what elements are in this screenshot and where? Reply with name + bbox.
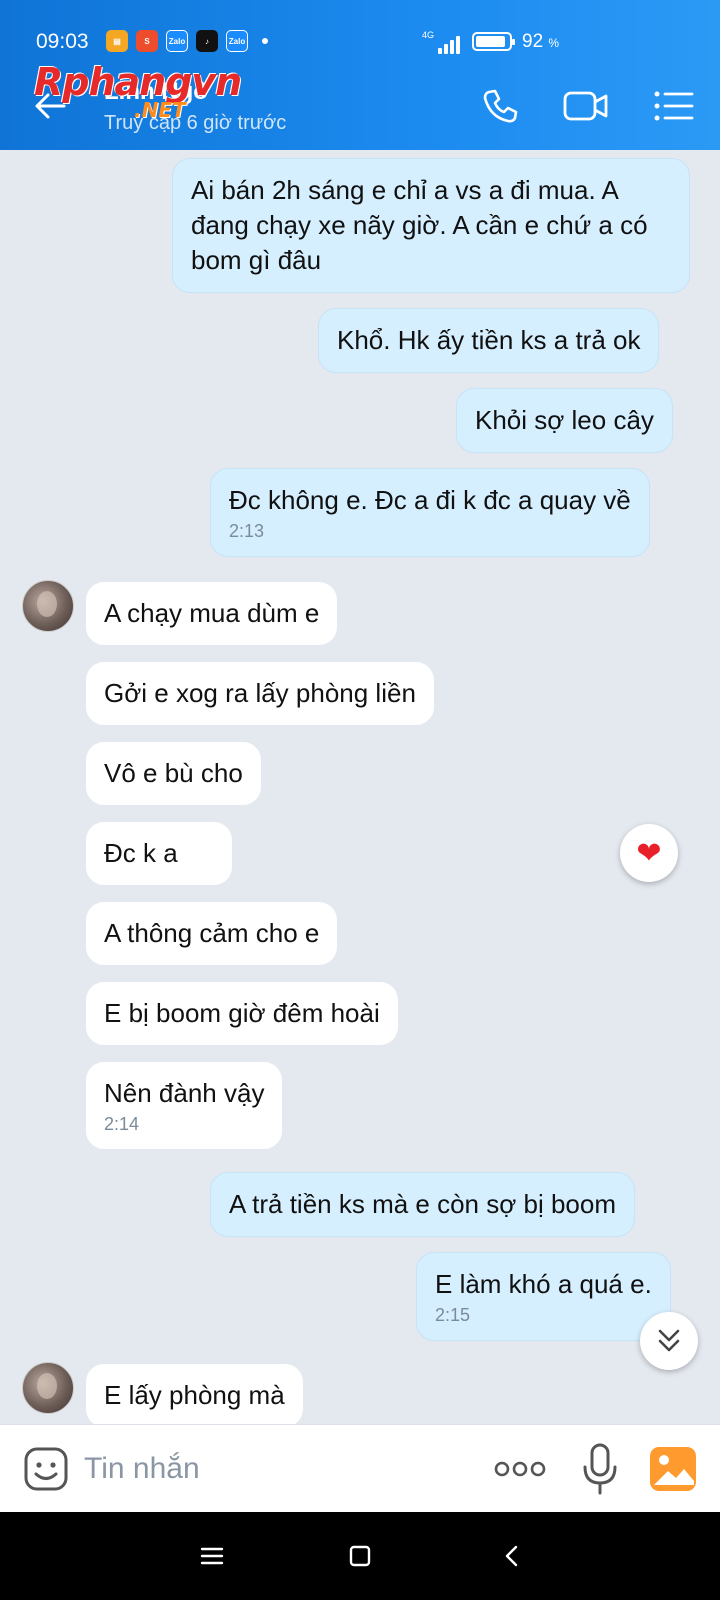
status-time: 09:03 <box>36 30 89 53</box>
message-bubble-received[interactable]: A thông cảm cho e <box>86 902 338 965</box>
more-options-icon[interactable] <box>492 1451 548 1487</box>
battery-text: 92 % <box>522 31 560 52</box>
signal-icon: 4G <box>422 30 460 54</box>
contact-avatar[interactable] <box>22 580 74 632</box>
chat-header: 09:03 ▤ S Zalo ♪ Zalo 4G 92 % Linh Ngô T… <box>0 0 720 150</box>
battery-icon <box>472 32 515 51</box>
status-bar: 09:03 ▤ S Zalo ♪ Zalo 4G 92 % <box>0 24 720 64</box>
last-seen-status: Truy cập 6 giờ trước <box>104 112 287 134</box>
zalo-icon: Zalo <box>166 30 188 52</box>
chevron-double-down-icon <box>658 1329 680 1352</box>
message-bubble-received[interactable]: E lấy phòng mà <box>86 1364 303 1424</box>
composer-bar <box>0 1424 720 1512</box>
sticker-icon[interactable] <box>22 1445 70 1493</box>
message-list[interactable]: Ai bán 2h sáng e chỉ a vs a đi mua. A đa… <box>0 150 720 1424</box>
home-icon[interactable] <box>338 1534 382 1578</box>
message-bubble-received[interactable]: Gởi e xog ra lấy phòng liền <box>86 662 434 725</box>
message-input[interactable] <box>84 1443 464 1495</box>
system-nav-bar <box>0 1512 720 1600</box>
message-bubble-sent[interactable]: Khổ. Hk ấy tiền ks a trả ok <box>318 308 660 373</box>
message-bubble-sent[interactable]: Đc không e. Đc a đi k đc a quay về 2:13 <box>210 468 650 557</box>
back-icon[interactable] <box>490 1534 534 1578</box>
video-call-icon[interactable] <box>562 84 610 128</box>
notification-icons: ▤ S Zalo ♪ Zalo <box>106 30 268 52</box>
watermark-logo-sub: .NET <box>134 98 186 122</box>
message-time: 2:13 <box>229 521 265 541</box>
contact-avatar[interactable] <box>22 1362 74 1414</box>
phone-icon[interactable] <box>476 84 524 128</box>
tiktok-icon: ♪ <box>196 30 218 52</box>
network-type: 4G <box>422 30 435 40</box>
message-bubble-sent[interactable]: Khỏi sợ leo cây <box>456 388 673 453</box>
shopee-icon: S <box>136 30 158 52</box>
heart-icon[interactable]: ❤ <box>620 824 678 882</box>
message-time: 2:14 <box>104 1114 140 1134</box>
message-bubble-received[interactable]: Đc k a <box>86 822 232 885</box>
image-picker-icon[interactable] <box>648 1445 698 1493</box>
message-time: 2:15 <box>435 1305 471 1325</box>
microphone-icon[interactable] <box>580 1441 620 1497</box>
recent-apps-icon[interactable] <box>190 1534 234 1578</box>
menu-icon[interactable] <box>650 84 698 128</box>
message-bubble-sent[interactable]: Ai bán 2h sáng e chỉ a vs a đi mua. A đa… <box>172 158 690 293</box>
message-bubble-received[interactable]: Nên đành vậy 2:14 <box>86 1062 283 1149</box>
message-bubble-received[interactable]: E bị boom giờ đêm hoài <box>86 982 398 1045</box>
message-bubble-sent[interactable]: A trả tiền ks mà e còn sợ bị boom <box>210 1172 636 1237</box>
message-bubble-received[interactable]: Vô e bù cho <box>86 742 261 805</box>
more-notifications-icon <box>262 38 268 44</box>
message-bubble-received[interactable]: A chạy mua dùm e <box>86 582 338 645</box>
scroll-down-button[interactable] <box>640 1312 698 1370</box>
notes-icon: ▤ <box>106 30 128 52</box>
zalo-icon: Zalo <box>226 30 248 52</box>
message-bubble-sent[interactable]: E làm khó a quá e. 2:15 <box>416 1252 671 1341</box>
